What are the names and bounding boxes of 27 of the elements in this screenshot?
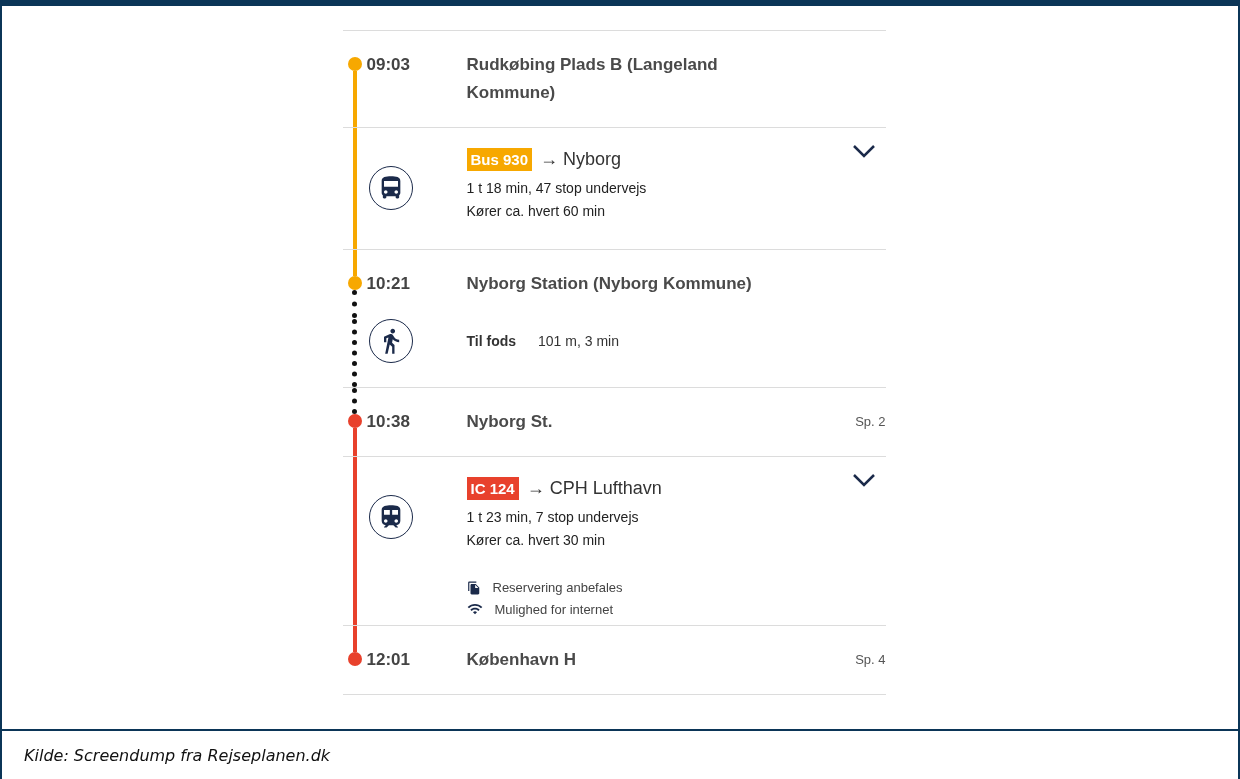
stop-time: 10:38 — [366, 411, 411, 433]
stop-name: Rudkøbing Plads B (Langeland Kommune) — [466, 54, 719, 104]
line-badge: IC 124 — [466, 477, 519, 500]
platform-label: Sp. 4 — [855, 651, 886, 669]
stop-time: 10:21 — [366, 273, 411, 295]
note-text: Reservering anbefales — [492, 580, 623, 595]
trip-detail: 1 t 18 min, 47 stop undervejs — [466, 179, 648, 198]
stop-name: København H — [466, 649, 578, 671]
trip-detail: Kører ca. hvert 60 min — [466, 202, 606, 221]
platform-label: Sp. 2 — [855, 413, 886, 431]
direction-label: → Nyborg — [540, 149, 622, 170]
line-badge: Bus 930 — [466, 148, 533, 171]
stop-name: Nyborg St. — [466, 411, 554, 433]
stop-time: 09:03 — [366, 54, 411, 76]
trip-detail: Kører ca. hvert 30 min — [466, 531, 606, 550]
cards-icon — [466, 580, 481, 595]
wifi-icon — [466, 601, 483, 617]
caption: Kilde: Screendump fra Rejseplanen.dk — [23, 744, 332, 767]
chevron-down-icon — [851, 144, 876, 158]
walk-distance: 101 m, 3 min — [538, 333, 619, 349]
direction-label: → CPH Lufthavn — [526, 478, 662, 499]
chevron-down-icon — [851, 473, 876, 487]
stop-time: 12:01 — [366, 649, 411, 671]
stop-name: Nyborg Station (Nyborg Kommune) — [466, 273, 753, 295]
walk-label: Til fods — [466, 333, 517, 349]
trip-detail: 1 t 23 min, 7 stop undervejs — [466, 508, 640, 527]
note-text: Mulighed for internet — [494, 601, 613, 617]
